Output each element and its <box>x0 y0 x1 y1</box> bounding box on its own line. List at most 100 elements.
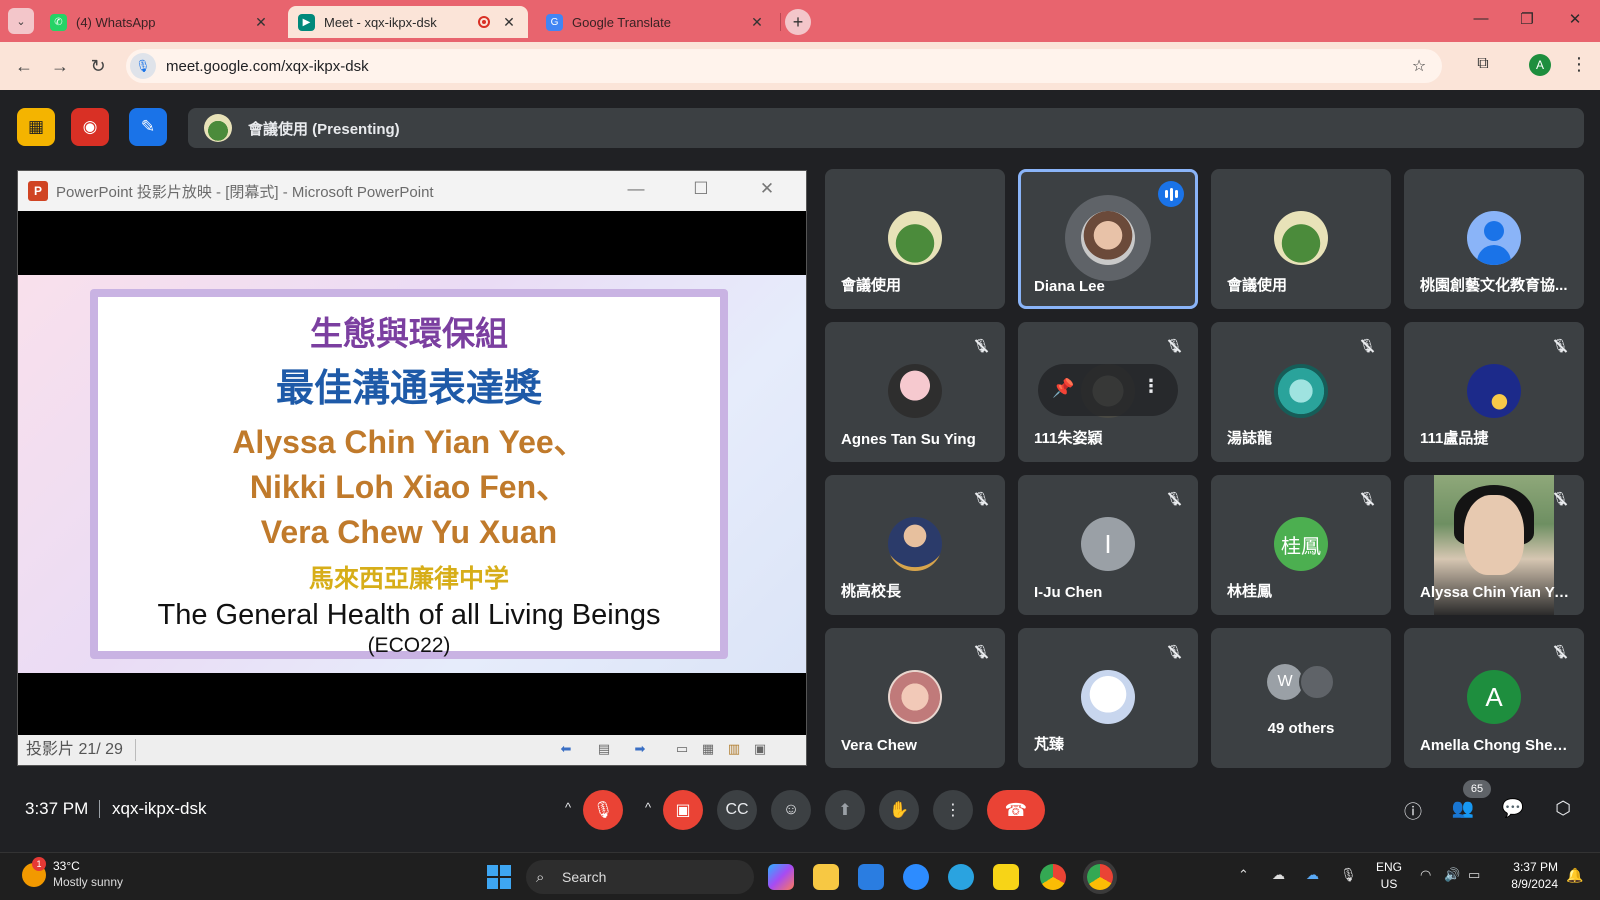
input-language[interactable]: ENG US <box>1376 859 1402 893</box>
participant-tile[interactable]: I 🎙 I-Ju Chen <box>1018 475 1198 615</box>
address-bar[interactable]: 🎙 meet.google.com/xqx-ikpx-dsk ☆ <box>126 49 1442 83</box>
battery-icon[interactable]: ▭ <box>1468 867 1480 883</box>
volume-icon[interactable]: 🔊 <box>1444 867 1460 883</box>
url-text[interactable]: meet.google.com/xqx-ikpx-dsk <box>166 58 1406 75</box>
reactions-button[interactable]: ☺ <box>771 790 811 830</box>
file-explorer-icon[interactable] <box>813 864 839 890</box>
new-tab-button[interactable]: + <box>785 9 811 35</box>
sticky-notes-icon[interactable] <box>993 864 1019 890</box>
mic-off-icon: 🎙 <box>1550 336 1570 356</box>
clock-date[interactable]: 3:37 PM 8/9/2024 <box>1488 859 1558 893</box>
browser-menu-icon[interactable]: ⋮ <box>1570 54 1588 75</box>
tab-meet[interactable]: ▶ Meet - xqx-ikpx-dsk ✕ <box>288 6 528 38</box>
participant-tile[interactable]: 📌 ⋮ 🎙 111朱姿穎 <box>1018 322 1198 462</box>
tab-search-button[interactable]: ⌄ <box>8 8 34 34</box>
telegram-icon[interactable] <box>948 864 974 890</box>
host-controls-icon[interactable]: ▦ <box>17 108 55 146</box>
chrome-icon[interactable] <box>1040 864 1066 890</box>
raise-hand-button[interactable]: ✋ <box>879 790 919 830</box>
sorter-view-icon: ▦ <box>701 741 715 756</box>
audio-options-chevron-icon[interactable]: ^ <box>565 800 571 815</box>
zoom-icon[interactable] <box>903 864 929 890</box>
microphone-tray-icon[interactable]: 🎙 <box>1340 867 1357 883</box>
people-icon[interactable]: 👥 <box>1450 798 1476 824</box>
tab-whatsapp[interactable]: ✆ (4) WhatsApp ✕ <box>40 6 280 38</box>
restore-icon[interactable]: ❐ <box>1512 10 1542 28</box>
back-icon[interactable]: ← <box>12 54 36 78</box>
participant-name: 桃園創藝文化教育協... <box>1420 277 1568 294</box>
onedrive-icon[interactable]: ☁ <box>1306 867 1319 883</box>
taskbar-search-box[interactable]: ⌕ Search <box>526 860 754 894</box>
participant-tile[interactable]: 🎙 芃臻 <box>1018 628 1198 768</box>
camera-toggle-button[interactable]: ▣ <box>663 790 703 830</box>
chat-icon[interactable]: 💬 <box>1500 798 1526 824</box>
participant-tile[interactable]: 🎙 湯誌龍 <box>1211 322 1391 462</box>
camera-off-icon: ▣ <box>675 802 691 819</box>
notification-bell-icon[interactable]: 🔔 <box>1566 867 1583 884</box>
region-code: US <box>1380 877 1398 891</box>
present-button[interactable]: ⬆ <box>825 790 865 830</box>
extensions-icon[interactable]: ⧉ <box>1472 55 1494 77</box>
participant-tile[interactable]: 會議使用 <box>825 169 1005 309</box>
wifi-icon[interactable]: ◠ <box>1420 867 1431 883</box>
participant-avatar <box>1081 670 1135 724</box>
mic-toggle-button[interactable]: 🎙 <box>583 790 623 830</box>
cloud-sync-icon[interactable]: ☁ <box>1272 867 1285 883</box>
previous-slide-icon: ⬅ <box>560 741 572 756</box>
whiteboard-icon[interactable]: ✎ <box>129 108 167 146</box>
copilot-icon[interactable] <box>768 864 794 890</box>
pin-icon[interactable]: 📌 <box>1052 378 1074 399</box>
participant-initial: A <box>1485 681 1503 712</box>
more-options-button[interactable]: ⋮ <box>933 790 973 830</box>
video-options-chevron-icon[interactable]: ^ <box>645 800 651 815</box>
tile-hover-controls: 📌 ⋮ <box>1038 364 1178 416</box>
meeting-code[interactable]: xqx-ikpx-dsk <box>112 799 206 819</box>
microphone-permission-icon[interactable]: 🎙 <box>130 53 156 79</box>
chrome-profile-icon[interactable] <box>1087 864 1113 890</box>
participant-tile-active-speaker[interactable]: Diana Lee <box>1018 169 1198 309</box>
close-icon[interactable]: ✕ <box>252 14 270 31</box>
close-icon[interactable]: ✕ <box>748 14 766 31</box>
ppt-close-icon: ✕ <box>759 179 775 198</box>
participant-tile[interactable]: 桂鳳 🎙 林桂鳳 <box>1211 475 1391 615</box>
forward-icon[interactable]: → <box>48 54 72 78</box>
recording-button[interactable]: ◉ <box>71 108 109 146</box>
meeting-info-icon[interactable]: ⓘ <box>1400 798 1426 824</box>
tab-google-translate[interactable]: G Google Translate ✕ <box>536 6 776 38</box>
participant-avatar <box>1274 364 1328 418</box>
window-close-icon[interactable]: ✕ <box>1560 10 1590 28</box>
taskbar-date: 8/9/2024 <box>1511 877 1558 891</box>
participant-tile-video[interactable]: 🎙 Alyssa Chin Yian Ye... <box>1404 475 1584 615</box>
weather-temperature[interactable]: 33°C <box>53 859 80 873</box>
activities-icon[interactable]: ⬡ <box>1550 798 1576 824</box>
bookmark-star-icon[interactable]: ☆ <box>1406 56 1432 76</box>
profile-avatar[interactable]: A <box>1529 54 1551 76</box>
tab-title: Google Translate <box>572 14 672 30</box>
others-tile[interactable]: W 49 others <box>1211 628 1391 768</box>
slide-counter: 投影片 21/ 29 <box>18 739 136 761</box>
close-icon[interactable]: ✕ <box>500 14 518 31</box>
participant-tile[interactable]: 桃園創藝文化教育協... <box>1404 169 1584 309</box>
participant-tile[interactable]: 會議使用 <box>1211 169 1391 309</box>
others-avatar <box>1299 664 1335 700</box>
participant-tile[interactable]: 🎙 111盧品捷 <box>1404 322 1584 462</box>
leave-call-button[interactable]: ☎ <box>987 790 1045 830</box>
participant-tile[interactable]: 🎙 Agnes Tan Su Ying <box>825 322 1005 462</box>
presenting-label: 會議使用 (Presenting) <box>248 120 400 138</box>
slide-awardee-name: Vera Chew Yu Xuan <box>260 514 558 550</box>
captions-button[interactable]: CC <box>717 790 757 830</box>
reload-icon[interactable]: ↻ <box>86 54 110 78</box>
weather-description[interactable]: Mostly sunny <box>53 875 123 889</box>
next-slide-icon: ➡ <box>634 741 646 756</box>
tab-title: (4) WhatsApp <box>76 14 156 30</box>
participant-tile[interactable]: 🎙 Vera Chew <box>825 628 1005 768</box>
participant-tile[interactable]: A 🎙 Amella Chong Shen... <box>1404 628 1584 768</box>
minimize-icon[interactable]: — <box>1466 10 1496 27</box>
windows-start-icon[interactable] <box>487 865 511 889</box>
others-count: 49 others <box>1267 720 1335 737</box>
store-icon[interactable] <box>858 864 884 890</box>
windows-taskbar: 1 33°C Mostly sunny ⌕ Search ⌃ ☁ ☁ 🎙 ENG… <box>0 852 1600 900</box>
participant-tile[interactable]: 🎙 桃高校長 <box>825 475 1005 615</box>
tray-overflow-chevron-icon[interactable]: ⌃ <box>1238 867 1249 883</box>
more-options-icon[interactable]: ⋮ <box>1142 376 1160 397</box>
